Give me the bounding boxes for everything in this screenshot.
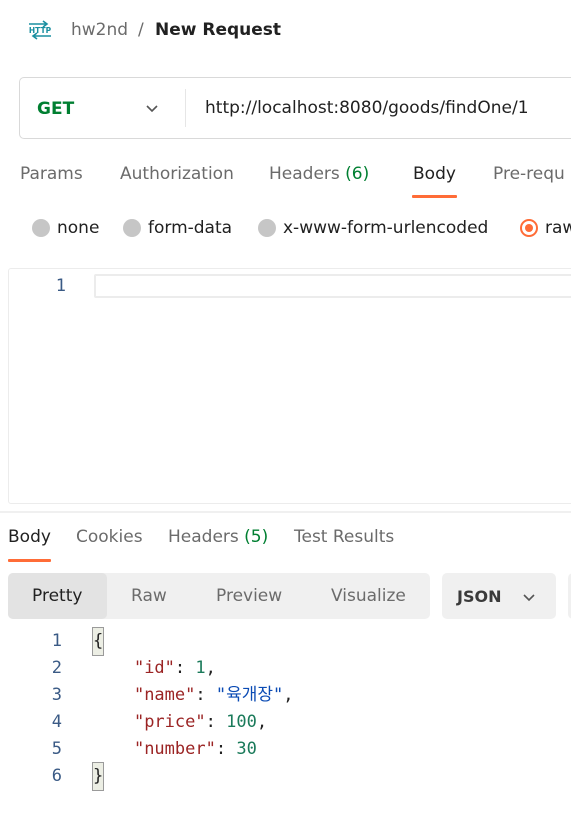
line-number: 6 xyxy=(51,766,62,786)
json-value: 1 xyxy=(195,658,206,678)
view-mode-label-pretty[interactable]: Pretty xyxy=(32,584,82,608)
json-comma: , xyxy=(205,658,216,678)
tab-headers[interactable]: Headers (6) xyxy=(269,162,369,186)
radio-none[interactable] xyxy=(32,219,50,237)
radio-label-none[interactable]: none xyxy=(57,216,99,240)
tab-label: Cookies xyxy=(76,527,143,547)
close-brace: } xyxy=(91,762,105,791)
tab-count: (6) xyxy=(345,164,370,184)
active-tab-indicator xyxy=(412,195,457,198)
http-icon: HTTP xyxy=(29,20,52,40)
line-number: 1 xyxy=(55,276,66,296)
url-input[interactable]: http://localhost:8080/goods/findOne/1 xyxy=(205,96,529,120)
radio-selected-dot xyxy=(525,224,533,232)
json-field: "number": 30 xyxy=(133,739,257,759)
view-mode-preview[interactable]: Preview xyxy=(216,584,282,608)
json-value: "육개장" xyxy=(215,685,284,705)
line-number: 5 xyxy=(51,739,62,759)
breadcrumb-separator: / xyxy=(138,20,144,40)
json-field: "id": 1, xyxy=(133,658,216,678)
request-body-editor[interactable] xyxy=(8,268,571,504)
tab-label: Params xyxy=(20,164,83,184)
chevron-down-icon xyxy=(523,594,535,602)
breadcrumb-collection[interactable]: hw2nd xyxy=(71,18,128,42)
request-title[interactable]: New Request xyxy=(155,18,281,42)
tab-body[interactable]: Body xyxy=(413,162,456,186)
json-comma: , xyxy=(256,712,268,732)
response-tab-headers[interactable]: Headers (5) xyxy=(168,525,268,549)
json-key: "id" xyxy=(133,658,175,678)
json-field: "name": "육개장", xyxy=(133,685,294,705)
active-tab-indicator xyxy=(8,559,51,562)
radio-label-form-data[interactable]: form-data xyxy=(148,216,232,240)
tab-label: Pre-requ xyxy=(493,164,565,184)
response-tab-test-results[interactable]: Test Results xyxy=(294,525,394,549)
tab-label: Body xyxy=(413,164,456,184)
radio-label-raw[interactable]: raw xyxy=(545,216,571,240)
radio-label-urlencoded[interactable]: x-www-form-urlencoded xyxy=(283,216,488,240)
code-line: } xyxy=(91,762,105,791)
svg-text:HTTP: HTTP xyxy=(29,26,52,35)
radio-form-data[interactable] xyxy=(123,219,141,237)
tab-pre-request-script[interactable]: Pre-requ xyxy=(493,162,565,186)
method-selector[interactable]: GET xyxy=(37,97,74,121)
view-mode-raw[interactable]: Raw xyxy=(131,584,167,608)
tab-label: Headers xyxy=(269,164,340,184)
view-mode-visualize[interactable]: Visualize xyxy=(331,584,406,608)
active-line-highlight[interactable] xyxy=(94,274,571,298)
code-line: { xyxy=(91,627,105,656)
tab-label: Headers xyxy=(168,527,239,547)
response-tab-body[interactable]: Body xyxy=(8,525,51,549)
open-brace: { xyxy=(91,627,105,656)
json-field: "price": 100, xyxy=(133,712,268,732)
radio-raw[interactable] xyxy=(520,219,538,237)
line-number: 3 xyxy=(51,685,62,705)
tab-params[interactable]: Params xyxy=(20,162,83,186)
json-value: 30 xyxy=(236,739,257,759)
pane-divider[interactable] xyxy=(0,511,571,513)
tab-count: (5) xyxy=(244,527,269,547)
json-comma: , xyxy=(283,685,294,705)
json-key: "price" xyxy=(133,712,206,732)
response-tab-cookies[interactable]: Cookies xyxy=(76,525,143,549)
chevron-down-icon[interactable] xyxy=(144,100,160,116)
divider xyxy=(185,89,186,127)
json-key: "number" xyxy=(133,739,216,759)
line-number: 1 xyxy=(51,631,62,651)
radio-x-www-form-urlencoded[interactable] xyxy=(258,219,276,237)
format-label: JSON xyxy=(457,587,502,606)
tab-label: Authorization xyxy=(120,164,234,184)
line-number: 2 xyxy=(51,658,62,678)
tab-label: Body xyxy=(8,527,51,547)
line-number: 4 xyxy=(51,712,62,732)
tab-authorization[interactable]: Authorization xyxy=(120,162,234,186)
tab-label: Test Results xyxy=(294,527,395,547)
json-value: 100 xyxy=(226,712,257,732)
json-key: "name" xyxy=(133,685,196,705)
